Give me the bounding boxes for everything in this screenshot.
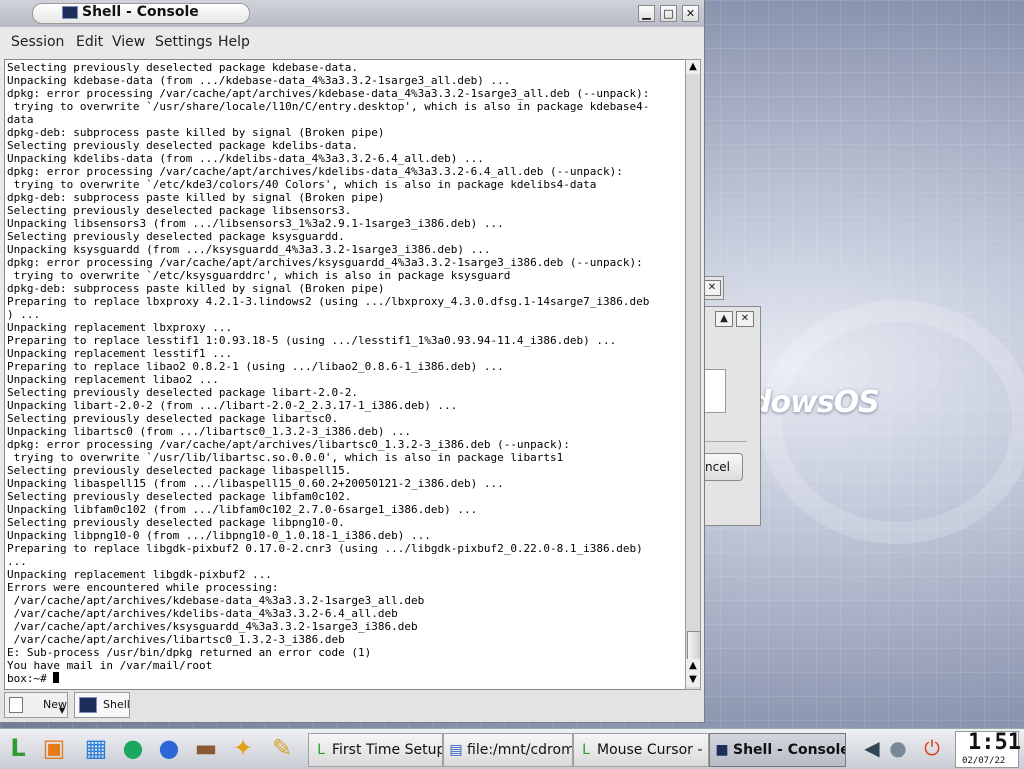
desktop-swirl-decoration xyxy=(760,300,1024,544)
chevron-down-icon: ▼ xyxy=(59,706,66,715)
clock-time: 1:51 xyxy=(968,730,1021,755)
tab-shell-label: Shell xyxy=(103,698,130,711)
terminal-output[interactable]: Selecting previously deselected package … xyxy=(4,59,686,690)
taskbar-panel: L ▣ ▦ ● ● ▬ ✦ ✎ L First Time Setup ▤ file:… xyxy=(0,728,1024,769)
close-icon[interactable]: ✕ xyxy=(736,311,754,327)
clock-date: 02/07/22 xyxy=(962,756,1006,766)
panel-clock[interactable]: 1:51 02/07/22 xyxy=(955,730,1021,768)
terminal-icon xyxy=(79,697,97,713)
task-file-browser[interactable]: ▤ file:/mnt/cdrom1 xyxy=(443,733,573,767)
shell-prompt: box:~# xyxy=(7,672,54,685)
status-orb-icon[interactable]: ● xyxy=(882,732,914,764)
app-icon: L xyxy=(582,742,590,758)
network-icon[interactable]: ✦ xyxy=(227,732,259,764)
task-label: First Time Setup xyxy=(332,742,443,758)
dialog-input-box[interactable] xyxy=(705,369,726,413)
menu-edit[interactable]: Edit xyxy=(76,34,103,50)
task-mouse-cursor[interactable]: L Mouse Cursor - xyxy=(573,733,709,767)
app-icon: L xyxy=(317,742,325,758)
scroll-down-arrow[interactable]: ▼ xyxy=(686,673,700,687)
close-icon[interactable]: ✕ xyxy=(703,280,721,296)
terminal-icon: ■ xyxy=(715,742,729,758)
scroll-up-arrow-bottom[interactable]: ▲ xyxy=(686,659,700,673)
scroll-thumb[interactable] xyxy=(687,631,701,661)
menu-session[interactable]: Session xyxy=(11,34,64,50)
close-button[interactable]: ✕ xyxy=(682,5,699,22)
globe-icon[interactable]: ● xyxy=(153,732,185,764)
package-box-icon[interactable]: ▦ xyxy=(80,732,112,764)
notepad-icon[interactable]: ✎ xyxy=(266,732,298,764)
menu-settings[interactable]: Settings xyxy=(155,34,212,50)
tab-shell[interactable]: Shell xyxy=(74,692,130,718)
power-icon[interactable]: ⏻ xyxy=(916,732,948,764)
window-title: Shell - Console xyxy=(82,4,199,20)
menu-help[interactable]: Help xyxy=(218,34,250,50)
new-document-icon xyxy=(9,697,23,713)
runner-icon[interactable]: ● xyxy=(117,732,149,764)
task-label: file:/mnt/cdrom1 xyxy=(467,742,573,758)
terminal-scrollbar[interactable]: ▲ ▲ ▼ xyxy=(685,59,701,690)
terminal-text: Selecting previously deselected package … xyxy=(7,61,650,685)
console-window: Shell - Console ▁ □ ✕ Session Edit View … xyxy=(0,0,705,723)
task-first-time-setup[interactable]: L First Time Setup xyxy=(308,733,443,767)
task-label: Mouse Cursor - xyxy=(597,742,703,758)
desktop-logo: dowsOS xyxy=(750,385,880,420)
task-shell-console[interactable]: ■ Shell - Console xyxy=(709,733,846,767)
folder-icon: ▤ xyxy=(449,742,463,758)
drive-icon[interactable]: ▬ xyxy=(190,732,222,764)
background-dialog: ▲ ✕ ncel xyxy=(704,306,761,526)
k-menu-button[interactable]: L xyxy=(2,732,34,764)
maximize-button[interactable]: □ xyxy=(660,5,677,22)
menu-bar: Session Edit View Settings Help xyxy=(0,28,704,56)
window-titlebar[interactable]: Shell - Console ▁ □ ✕ xyxy=(0,0,704,27)
dialog-separator xyxy=(705,441,747,442)
new-session-button[interactable]: New ▼ xyxy=(4,692,68,718)
menu-view[interactable]: View xyxy=(112,34,145,50)
session-tab-bar: New ▼ Shell xyxy=(0,690,704,722)
maximize-icon[interactable]: ▲ xyxy=(715,311,733,327)
terminal-icon xyxy=(62,6,78,19)
lifejacket-icon[interactable]: ▣ xyxy=(38,732,70,764)
cancel-button[interactable]: ncel xyxy=(705,453,743,481)
text-cursor xyxy=(53,672,60,683)
minimize-button[interactable]: ▁ xyxy=(638,5,655,22)
scroll-up-arrow[interactable]: ▲ xyxy=(686,60,700,74)
task-label: Shell - Console xyxy=(733,742,846,758)
